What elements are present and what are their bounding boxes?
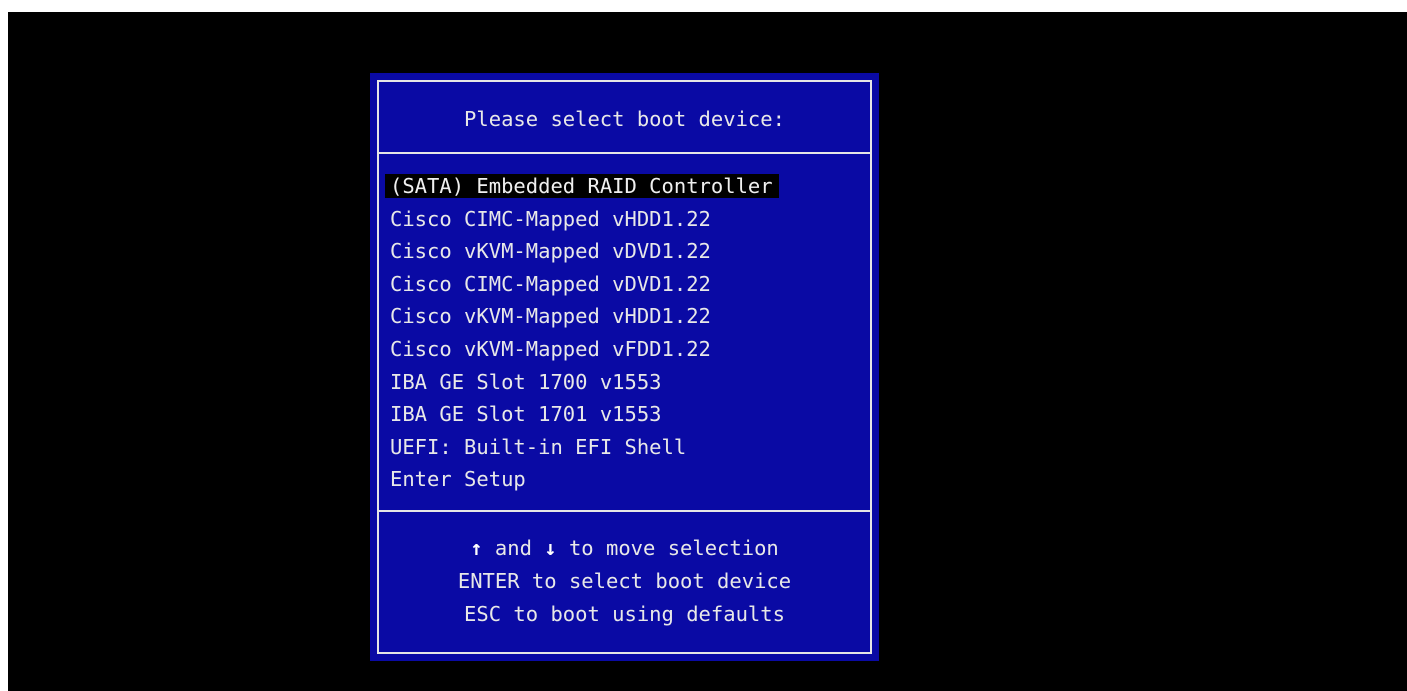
help-move-text: to move selection [556,536,779,560]
boot-device-label: Cisco vKVM-Mapped vHDD1.22 [390,304,711,329]
boot-device-label: Cisco CIMC-Mapped vHDD1.22 [390,206,711,231]
boot-device-item[interactable]: Cisco CIMC-Mapped vDVD1.22 [390,269,779,302]
boot-device-label: Cisco vKVM-Mapped vDVD1.22 [390,239,711,264]
boot-device-label: Enter Setup [390,467,526,492]
boot-device-item[interactable]: Cisco vKVM-Mapped vHDD1.22 [390,301,779,334]
boot-device-label: Cisco vKVM-Mapped vFDD1.22 [390,336,711,361]
boot-device-item[interactable]: UEFI: Built-in EFI Shell [390,432,779,465]
boot-menu-dialog: Please select boot device: (SATA) Embedd… [370,73,879,661]
title-separator [377,152,872,154]
help-and-text: and [482,536,545,560]
up-arrow-icon: ↑ [470,536,483,560]
help-separator [377,510,872,512]
down-arrow-icon: ↓ [544,536,557,560]
boot-device-item[interactable]: IBA GE Slot 1701 v1553 [390,399,779,432]
boot-device-item[interactable]: IBA GE Slot 1700 v1553 [390,367,779,400]
boot-device-label: UEFI: Built-in EFI Shell [390,434,687,459]
bios-screen: Please select boot device: (SATA) Embedd… [8,12,1407,691]
enter-setup-item[interactable]: Enter Setup [390,464,779,497]
help-enter-line: ENTER to select boot device [457,569,792,593]
boot-device-item[interactable]: Cisco vKVM-Mapped vFDD1.22 [390,334,779,367]
boot-device-item[interactable]: (SATA) Embedded RAID Controller [385,171,779,204]
boot-device-list: (SATA) Embedded RAID Controller Cisco CI… [385,171,779,497]
help-move-line: ↑ and ↓ to move selection [370,533,879,566]
boot-device-label: (SATA) Embedded RAID Controller [385,174,779,198]
boot-device-label: Cisco CIMC-Mapped vDVD1.22 [390,271,711,296]
boot-device-label: IBA GE Slot 1701 v1553 [390,402,662,427]
boot-device-label: IBA GE Slot 1700 v1553 [390,369,662,394]
boot-device-item[interactable]: Cisco CIMC-Mapped vHDD1.22 [390,204,779,237]
help-section: ↑ and ↓ to move selection ENTER to selec… [370,533,879,632]
boot-menu-title: Please select boot device: [464,107,785,131]
help-esc-line: ESC to boot using defaults [464,602,785,626]
boot-device-item[interactable]: Cisco vKVM-Mapped vDVD1.22 [390,236,779,269]
